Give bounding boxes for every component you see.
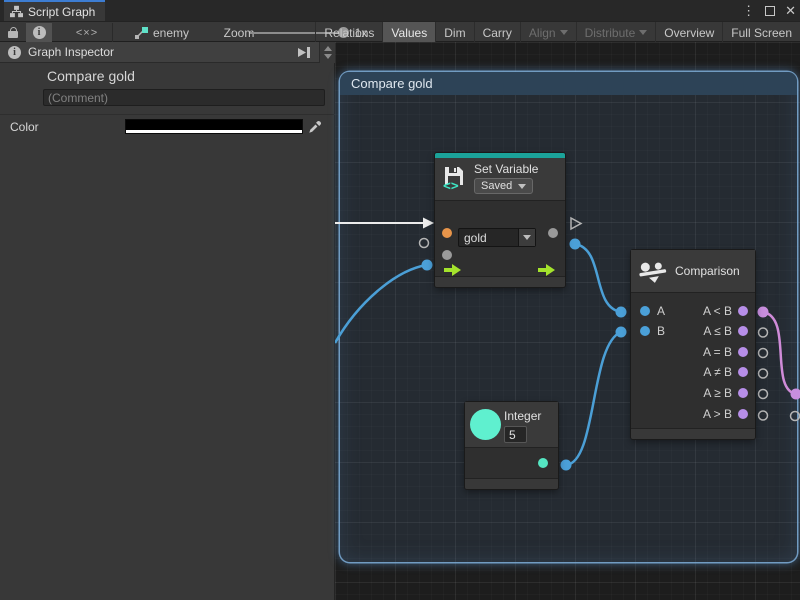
comparison-input-a[interactable]: A <box>640 302 665 319</box>
comparison-output-equal[interactable]: A = B <box>703 343 748 360</box>
distribute-button[interactable]: Distribute <box>576 22 656 43</box>
floppy-variable-icon: <> <box>441 165 467 191</box>
node-title: Comparison <box>675 264 740 278</box>
comparison-output-greater[interactable]: A > B <box>703 406 748 423</box>
comparison-scale-icon <box>638 258 668 284</box>
wire-endpoint[interactable] <box>561 460 572 471</box>
comparison-input-b[interactable]: B <box>640 322 665 339</box>
chevron-down-icon <box>518 184 526 189</box>
node-set-variable[interactable]: <> Set Variable Saved <box>435 153 565 287</box>
output-port[interactable] <box>738 367 748 377</box>
group-header[interactable]: Compare gold <box>340 72 797 95</box>
wire-endpoint[interactable] <box>616 307 627 318</box>
output-port[interactable] <box>738 388 748 398</box>
wire-endpoint[interactable] <box>616 327 627 338</box>
integer-value-input[interactable] <box>504 426 527 443</box>
node-title: Set Variable <box>474 162 538 176</box>
align-button[interactable]: Align <box>520 22 576 43</box>
code-view-button[interactable]: <×> <box>72 23 102 42</box>
lock-button[interactable] <box>2 23 24 42</box>
color-swatch[interactable] <box>125 119 303 134</box>
flow-in-port[interactable] <box>444 264 462 276</box>
graph-title: Compare gold <box>47 68 135 84</box>
integer-circle-icon <box>470 409 501 440</box>
input-port-b[interactable] <box>640 326 650 336</box>
tab-title: Script Graph <box>28 5 95 19</box>
eyedropper-icon <box>308 120 322 134</box>
node-integer[interactable]: Integer <box>465 402 558 489</box>
node-footer <box>631 428 755 439</box>
toolbar-right-buttons: Relations Values Dim Carry Align Distrib… <box>315 22 800 43</box>
info-button[interactable]: i <box>26 23 52 42</box>
comparison-output-lessequal[interactable]: A ≤ B <box>703 323 748 340</box>
wire-endpoint[interactable] <box>422 260 433 271</box>
info-icon: i <box>33 26 46 39</box>
divider <box>0 114 335 115</box>
maximize-icon[interactable] <box>765 6 775 16</box>
variable-name-dropdown[interactable]: gold <box>458 228 536 247</box>
color-label: Color <box>10 120 39 134</box>
overview-button[interactable]: Overview <box>655 22 722 43</box>
input-port-a[interactable] <box>640 306 650 316</box>
comparison-output-notequal[interactable]: A ≠ B <box>703 364 748 381</box>
variable-name-port[interactable] <box>442 228 452 238</box>
dock-right-icon[interactable] <box>297 46 311 59</box>
graph-name: enemy <box>153 26 189 40</box>
value-in-port[interactable] <box>442 250 452 260</box>
chevron-down-icon <box>523 235 531 240</box>
group-title: Compare gold <box>351 76 433 91</box>
carry-button[interactable]: Carry <box>474 22 520 43</box>
comparison-output-greaterequal[interactable]: A ≥ B <box>703 384 748 401</box>
wire-endpoint[interactable] <box>570 239 581 250</box>
graph-breadcrumb[interactable]: enemy <box>134 23 194 42</box>
node-footer <box>435 276 565 287</box>
dim-button[interactable]: Dim <box>435 22 473 43</box>
close-icon[interactable]: ✕ <box>785 0 796 21</box>
graph-canvas[interactable]: Compare gold <box>335 42 800 600</box>
relations-button[interactable]: Relations <box>315 22 382 43</box>
menu-icon[interactable]: ⋮ <box>742 0 755 21</box>
dropdown-button[interactable] <box>518 229 535 246</box>
svg-text:<>: <> <box>443 179 459 191</box>
unity-window: Script Graph ⋮ ✕ i <×> en <box>0 0 800 600</box>
comparison-output-less[interactable]: A < B <box>703 302 748 319</box>
spinner-down-icon[interactable] <box>324 54 332 59</box>
inspector-header: i Graph Inspector <box>0 42 335 63</box>
inspector-title: Graph Inspector <box>28 45 114 59</box>
color-alpha-bar <box>126 130 302 133</box>
node-title: Integer <box>504 409 541 423</box>
fullscreen-button[interactable]: Full Screen <box>722 22 800 43</box>
enemy-node-icon <box>134 26 148 40</box>
inspector-scroll-spinner[interactable] <box>319 42 335 63</box>
eyedropper-button[interactable] <box>305 119 325 134</box>
lock-icon <box>8 27 18 38</box>
chevron-down-icon <box>639 30 647 35</box>
script-graph-icon <box>10 5 23 18</box>
node-footer <box>465 478 558 489</box>
values-button[interactable]: Values <box>382 22 435 43</box>
value-out-port[interactable] <box>548 228 558 238</box>
flow-out-port[interactable] <box>538 264 556 276</box>
integer-out-port[interactable] <box>538 458 548 468</box>
titlebar: Script Graph ⋮ ✕ <box>0 0 800 21</box>
code-icon: <×> <box>76 27 98 39</box>
node-comparison[interactable]: Comparison A B A < B A ≤ B <box>631 250 755 439</box>
chevron-down-icon <box>560 30 568 35</box>
output-port[interactable] <box>738 409 748 419</box>
info-icon: i <box>8 46 21 59</box>
graph-inspector-panel: i Graph Inspector Compare gold Color <box>0 42 335 600</box>
spinner-up-icon[interactable] <box>324 46 332 51</box>
comment-input[interactable] <box>43 89 325 106</box>
tab-script-graph[interactable]: Script Graph <box>4 0 105 21</box>
wire-endpoint[interactable] <box>758 307 769 318</box>
output-port[interactable] <box>738 306 748 316</box>
output-port[interactable] <box>738 347 748 357</box>
variable-kind-dropdown[interactable]: Saved <box>474 178 533 194</box>
toolbar: i <×> enemy Zoom 1x Relations Values Dim… <box>0 21 800 42</box>
output-port[interactable] <box>738 326 748 336</box>
